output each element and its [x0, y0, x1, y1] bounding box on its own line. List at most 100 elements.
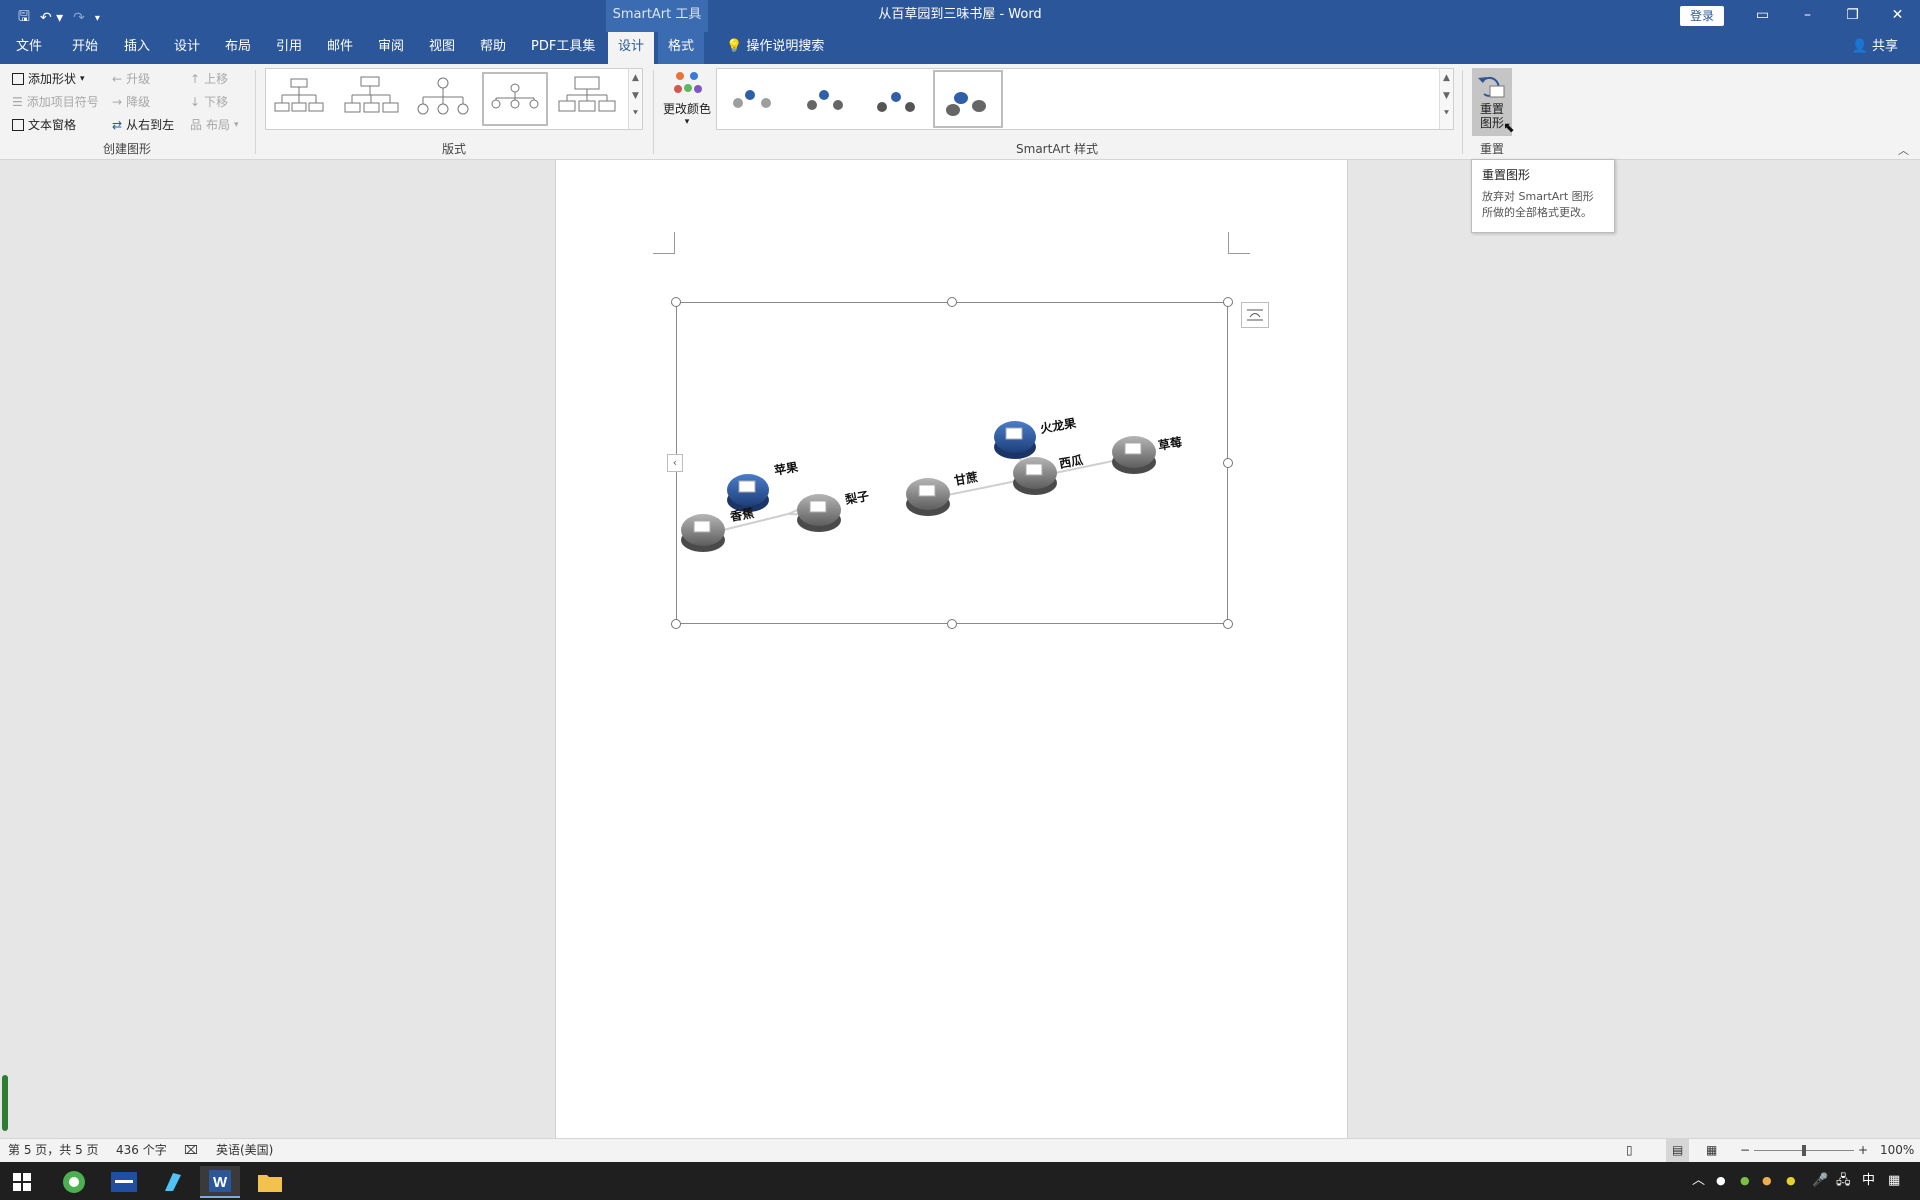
tell-me-search[interactable]: 💡 操作说明搜索 — [716, 32, 834, 64]
demote-button[interactable]: → 降级 — [112, 93, 150, 110]
style-thumb-1[interactable] — [721, 72, 787, 126]
node-sugarcane[interactable] — [906, 478, 950, 516]
styles-gallery-scroll: ▲ ▼ ⯆ — [1439, 69, 1453, 129]
add-bullet-button[interactable]: ☰ 添加项目符号 — [12, 93, 99, 110]
tab-insert[interactable]: 插入 — [114, 32, 160, 64]
start-icon[interactable] — [2, 1166, 42, 1198]
ime-mode-icon[interactable]: ▦ — [1888, 1162, 1900, 1200]
node-dragonfruit[interactable] — [994, 421, 1036, 459]
layout-thumb-org-chart[interactable] — [266, 72, 332, 126]
page-count[interactable]: 第 5 页，共 5 页 — [8, 1139, 99, 1162]
create-graphic-group-label: 创建图形 — [102, 142, 151, 156]
tab-home[interactable]: 开始 — [62, 32, 108, 64]
minimize-icon[interactable]: – — [1785, 0, 1830, 32]
margin-corner-left — [653, 232, 675, 254]
ime-indicator[interactable]: 中 — [1862, 1162, 1875, 1200]
customize-icon[interactable]: ▾ — [95, 13, 100, 24]
word-icon[interactable]: W — [200, 1166, 240, 1198]
close-icon[interactable]: ✕ — [1875, 0, 1920, 32]
tab-view[interactable]: 视图 — [419, 32, 465, 64]
style-thumb-3[interactable] — [865, 72, 931, 126]
print-layout-icon[interactable]: ▤ — [1666, 1139, 1690, 1162]
promote-button[interactable]: ← 升级 — [112, 70, 150, 87]
text-pane-button[interactable]: 文本窗格 — [12, 116, 76, 133]
styles-group-label: SmartArt 样式 — [1016, 142, 1098, 156]
layout-button[interactable]: 品 布局 ▾ — [190, 116, 239, 133]
person-icon: 👤 — [1851, 39, 1868, 54]
node-banana[interactable] — [681, 514, 725, 552]
tab-smartart-design[interactable]: 设计 — [608, 32, 655, 64]
ribbon-display-options-icon[interactable]: ▭ — [1740, 0, 1785, 32]
read-mode-icon[interactable]: ▯ — [1626, 1139, 1633, 1162]
collapse-ribbon-icon[interactable]: ︿ — [1898, 142, 1909, 158]
share-button[interactable]: 👤 共享 — [1852, 32, 1898, 62]
zoom-slider[interactable] — [1754, 1145, 1854, 1156]
browser-icon[interactable] — [54, 1166, 94, 1198]
scroll-down-icon[interactable]: ▼ — [1440, 87, 1453, 105]
tab-smartart-format[interactable]: 格式 — [658, 32, 705, 64]
zoom-out-icon[interactable]: − — [1740, 1139, 1750, 1162]
node-pear[interactable] — [797, 494, 841, 532]
proofing-icon[interactable]: ⌧ — [184, 1139, 198, 1162]
tray-wechat-icon[interactable]: ● — [1740, 1162, 1750, 1200]
app-icon[interactable] — [104, 1166, 144, 1198]
change-colors-button[interactable]: 更改颜色 ▾ — [660, 68, 714, 127]
move-down-button[interactable]: ↓ 下移 — [190, 93, 228, 110]
layouts-group-label: 版式 — [441, 142, 466, 156]
move-up-button[interactable]: ↑ 上移 — [190, 70, 228, 87]
tab-pdf-tools[interactable]: PDF工具集 — [521, 32, 605, 64]
layout-options-icon — [1247, 309, 1263, 321]
notes-icon[interactable] — [152, 1166, 192, 1198]
right-to-left-button[interactable]: ⇄ 从右到左 — [112, 116, 174, 133]
tab-references[interactable]: 引用 — [266, 32, 312, 64]
layouts-gallery-scroll: ▲ ▼ ⯆ — [628, 69, 642, 129]
margin-corner-right — [1228, 232, 1250, 254]
tab-file[interactable]: 文件 — [6, 32, 52, 64]
redo-icon[interactable]: ↷ — [73, 10, 85, 26]
scroll-up-icon[interactable]: ▲ — [1440, 69, 1453, 87]
layout-thumb-name-title[interactable] — [338, 72, 404, 126]
zoom-in-icon[interactable]: + — [1858, 1139, 1868, 1162]
network-icon[interactable]: 🖧 — [1836, 1162, 1851, 1200]
arrow-right-icon: → — [112, 94, 123, 109]
mouse-cursor-icon: ⬉ — [1503, 120, 1515, 136]
tray-app-icon[interactable]: ● — [1716, 1162, 1726, 1200]
group-separator — [1462, 70, 1463, 154]
word-count[interactable]: 436 个字 — [116, 1139, 167, 1162]
tray-security-icon[interactable]: ● — [1762, 1162, 1772, 1200]
layout-thumb-labeled-hierarchy[interactable] — [554, 72, 620, 126]
microphone-icon[interactable]: 🎤 — [1812, 1162, 1828, 1200]
gallery-more-icon[interactable]: ⯆ — [1440, 105, 1453, 123]
tab-mailings[interactable]: 邮件 — [317, 32, 363, 64]
folder-icon[interactable] — [250, 1166, 290, 1198]
add-shape-button[interactable]: 添加形状 ▾ — [12, 70, 85, 87]
zoom-level[interactable]: 100% — [1880, 1139, 1914, 1162]
scroll-up-icon[interactable]: ▲ — [629, 69, 642, 87]
tab-review[interactable]: 审阅 — [368, 32, 414, 64]
undo-icon[interactable]: ↶ ▾ — [40, 10, 63, 26]
tab-design[interactable]: 设计 — [164, 32, 210, 64]
zoom-slider-thumb[interactable] — [1802, 1145, 1806, 1156]
tab-layout[interactable]: 布局 — [215, 32, 261, 64]
login-button[interactable]: 登录 — [1680, 6, 1724, 26]
save-icon[interactable]: 🖫 — [18, 6, 30, 30]
layout-thumb-selected[interactable] — [482, 72, 548, 126]
tab-help[interactable]: 帮助 — [470, 32, 516, 64]
tray-plus-icon[interactable]: ● — [1786, 1162, 1796, 1200]
tray-chevron-icon[interactable]: ︿ — [1692, 1162, 1705, 1200]
scroll-down-icon[interactable]: ▼ — [629, 87, 642, 105]
smartart-graphic — [681, 421, 1156, 552]
dropdown-arrow-icon: ▾ — [234, 119, 239, 130]
style-thumb-2[interactable] — [793, 72, 859, 126]
style-thumb-selected[interactable] — [933, 70, 1003, 128]
restore-icon[interactable]: ❐ — [1830, 0, 1875, 32]
node-watermelon[interactable] — [1013, 457, 1057, 495]
arrow-left-icon: ← — [112, 71, 123, 86]
layout-options-button[interactable] — [1241, 302, 1269, 328]
web-layout-icon[interactable]: ▦ — [1706, 1139, 1717, 1162]
gallery-more-icon[interactable]: ⯆ — [629, 105, 642, 123]
language-indicator[interactable]: 英语(美国) — [216, 1139, 273, 1162]
node-strawberry[interactable] — [1112, 436, 1156, 474]
color-palette-icon — [660, 68, 714, 100]
layout-thumb-circle-hierarchy[interactable] — [410, 72, 476, 126]
